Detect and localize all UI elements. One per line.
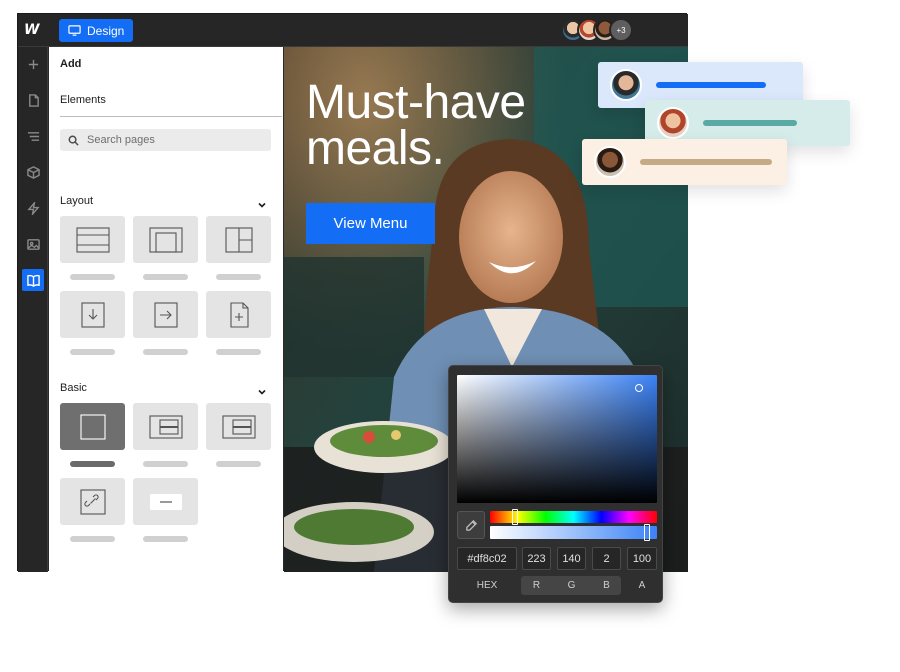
eyedropper-button[interactable] <box>457 511 485 539</box>
alpha-input[interactable]: 100 <box>627 547 657 570</box>
hex-input[interactable]: #df8c02 <box>457 547 517 570</box>
tile-label-placeholder <box>143 461 188 467</box>
collaborator-card <box>582 139 787 185</box>
top-bar: W Design +3 <box>18 14 688 47</box>
chevron-down-icon[interactable] <box>257 197 267 208</box>
basic-div-block-tile[interactable] <box>60 403 125 450</box>
layout-vflex-tile[interactable] <box>60 291 125 338</box>
section-basic-label[interactable]: Basic <box>60 382 87 394</box>
hue-handle[interactable] <box>512 509 518 525</box>
headline-line-1: Must-have <box>306 76 526 129</box>
green-input[interactable]: 140 <box>557 547 586 570</box>
more-collaborators-badge[interactable]: +3 <box>609 18 633 42</box>
search-input[interactable]: Search pages <box>60 129 271 151</box>
basic-link-block-tile[interactable] <box>60 478 125 525</box>
plus-icon[interactable] <box>24 55 42 73</box>
add-panel: Add Elements Search pages Layout Basic <box>49 47 283 572</box>
tile-label-placeholder <box>70 536 115 542</box>
layout-grid-tile[interactable] <box>206 216 271 263</box>
search-placeholder: Search pages <box>87 134 155 146</box>
color-picker: #df8c02 223 140 2 100 HEX R G B A <box>448 365 663 603</box>
design-mode-label: Design <box>87 23 125 38</box>
b-label: B <box>603 580 610 591</box>
tile-label-placeholder <box>143 536 188 542</box>
tile-label-placeholder <box>216 461 261 467</box>
avatar <box>594 146 626 178</box>
tile-label-placeholder <box>216 349 261 355</box>
layout-quickstack-tile[interactable] <box>206 291 271 338</box>
alpha-slider[interactable] <box>490 526 657 539</box>
layout-section-tile[interactable] <box>60 216 125 263</box>
chevron-down-icon[interactable] <box>257 384 267 395</box>
components-icon[interactable] <box>24 163 42 181</box>
layout-hflex-tile[interactable] <box>133 291 198 338</box>
interactions-icon[interactable] <box>24 199 42 217</box>
cms-book-icon[interactable] <box>22 269 44 291</box>
basic-button-tile[interactable] <box>133 478 198 525</box>
activity-bar <box>703 120 797 126</box>
activity-bar <box>640 159 772 165</box>
tile-label-placeholder <box>143 349 188 355</box>
r-label: R <box>532 580 541 591</box>
hex-mode-label[interactable]: HEX <box>457 576 517 595</box>
saturation-area[interactable] <box>457 375 657 503</box>
blue-input[interactable]: 2 <box>592 547 621 570</box>
eyedropper-icon <box>465 519 477 531</box>
tab-elements[interactable]: Elements <box>60 94 106 106</box>
section-layout-label[interactable]: Layout <box>60 195 93 207</box>
hero-headline[interactable]: Must-have meals. <box>306 76 526 175</box>
avatar <box>657 107 689 139</box>
headline-line-2: meals. <box>306 122 445 175</box>
avatar <box>610 69 642 101</box>
monitor-icon <box>68 25 81 36</box>
basic-list-tile[interactable] <box>133 403 198 450</box>
assets-icon[interactable] <box>24 235 42 253</box>
tile-label-placeholder <box>70 274 115 280</box>
webflow-logo[interactable]: W <box>24 22 44 38</box>
collaborator-cards <box>580 60 852 190</box>
layout-container-tile[interactable] <box>133 216 198 263</box>
saturation-handle[interactable] <box>635 384 643 392</box>
view-menu-button[interactable]: View Menu <box>306 203 435 244</box>
g-label: G <box>567 580 576 591</box>
tile-label-placeholder <box>216 274 261 280</box>
tile-label-placeholder <box>70 461 115 467</box>
a-label: A <box>638 580 646 591</box>
tile-label-placeholder <box>143 274 188 280</box>
collaborator-avatars[interactable]: +3 <box>561 18 633 43</box>
tile-label-placeholder <box>70 349 115 355</box>
alpha-handle[interactable] <box>644 524 650 541</box>
search-icon <box>68 135 79 146</box>
basic-list-item-tile[interactable] <box>206 403 271 450</box>
navigator-icon[interactable] <box>24 127 42 145</box>
panel-title: Add <box>60 58 82 70</box>
red-input[interactable]: 223 <box>522 547 551 570</box>
design-mode-button[interactable]: Design <box>59 19 133 42</box>
left-toolbar <box>18 47 48 572</box>
tab-divider <box>60 116 282 117</box>
activity-bar <box>656 82 766 88</box>
page-icon[interactable] <box>24 91 42 109</box>
